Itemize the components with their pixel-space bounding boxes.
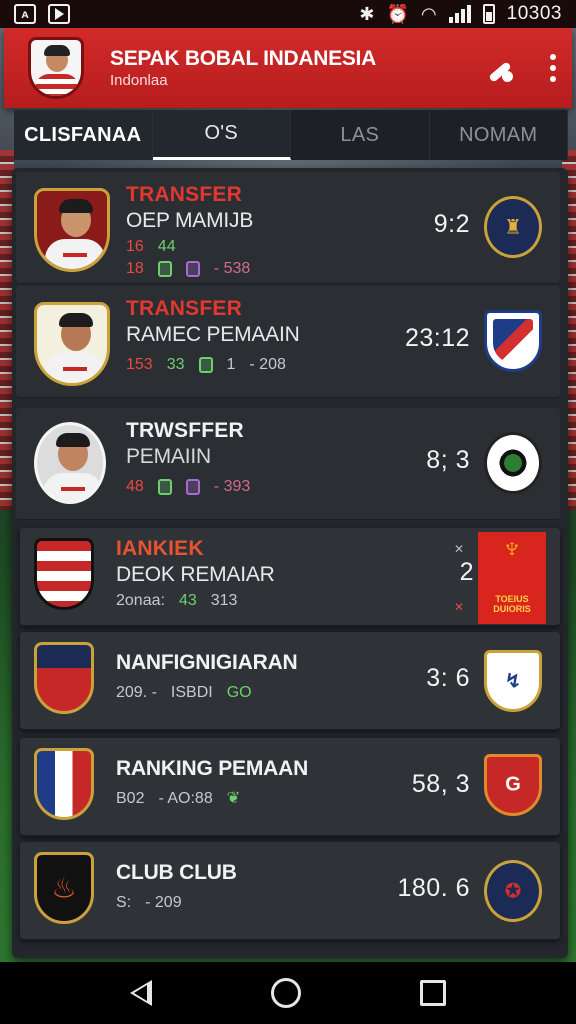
item-meta: 18 [126,260,144,277]
tab-os[interactable]: O'S [152,110,291,160]
tab-bar: CLISFANAA O'S LAS NOMAM [14,110,568,160]
item-meta: - 538 [213,260,251,277]
item-meta: 313 [210,592,238,609]
purple-chip-icon [185,479,200,495]
item-meta: GO [226,684,252,701]
promo-badge[interactable]: ♆ TOEIUS DUIORIS [478,532,546,624]
tab-nomam[interactable]: NOMAM [430,110,568,160]
system-nav-bar [0,962,576,1024]
edit-icon[interactable] [482,50,518,86]
item-meta: - 209 [145,894,182,911]
recent-apps-icon[interactable] [420,980,447,1006]
alarm-icon: ⏰ [386,3,409,24]
trophy-icon: ♆ [500,532,524,565]
item-meta: 44 [157,238,176,255]
item-score: 2 [459,558,474,586]
list-item[interactable]: RANKING PEMAAN B02 - AO:88 ❦ 58, 3 G [20,738,560,836]
club-crest-icon [484,432,542,494]
player-badge [34,422,106,504]
item-score: 8; 3 [426,446,470,474]
item-title: CLUB CLUB [116,861,237,884]
list-item[interactable]: ♨ CLUB CLUB S: - 209 180. 6 ✪ [20,842,560,940]
club-badge-icon [34,748,94,820]
purple-chip-icon [185,261,200,277]
item-title: DEOK REMAIAR [116,563,275,586]
club-crest-icon: ↯ [484,650,542,712]
item-meta: 33 [166,356,185,373]
gallery-notification-icon: ᴀ [14,4,36,24]
club-crest-icon [484,310,542,372]
tab-clisfanaa[interactable]: CLISFANAA [14,110,153,160]
list-item[interactable]: TRANSFER OEP MAMIJB 16 44 18 - 538 9:2 ♜ [16,172,560,284]
item-meta: 43 [178,592,197,609]
list-item[interactable]: TRANSFER RAMEC PEMAAIN 153 33 1 - 208 23… [16,286,560,398]
news-list: TRANSFER OEP MAMIJB 16 44 18 - 538 9:2 ♜… [12,168,568,958]
more-options-icon[interactable] [548,54,558,82]
close-icon[interactable]: ✕ [454,600,464,614]
club-badge-icon [34,538,94,610]
status-time: 10303 [506,3,562,24]
item-tag: TRANSFER [126,297,242,320]
item-meta: - 208 [249,356,286,373]
item-meta: B02 [116,790,145,807]
club-badge-icon: ♨ [34,852,94,924]
player-badge [34,302,110,386]
item-title: RAMEC PEMAAIN [126,323,300,346]
item-meta: 2onaa: [116,592,165,609]
item-meta: 48 [126,478,144,495]
promo-text: TOEIUS DUIORIS [493,594,531,614]
item-score: 3: 6 [426,664,470,692]
item-meta: 16 [126,238,144,255]
list-item[interactable]: TRWSFFER PEMAIIN 48 - 393 8; 3 [16,408,560,520]
item-meta: S: [116,894,132,911]
item-title: RANKING PEMAAN [116,757,309,780]
item-score: 58, 3 [411,770,470,798]
green-chip-icon [157,261,172,277]
app-title: SEPAK BOBAL INDANESIA [110,47,376,70]
item-score: 23:12 [404,324,470,352]
item-score: 180. 6 [397,874,470,902]
item-title: OEP MAMIJB [126,209,254,232]
player-badge [34,188,110,272]
item-meta: ISBDI [170,684,213,701]
club-crest-icon: G [484,754,542,816]
item-title: NANFIGNIGIARAN [116,651,298,674]
back-icon[interactable] [129,980,152,1006]
battery-icon [482,4,495,24]
green-chip-icon [157,479,172,495]
item-meta: - 393 [213,478,251,495]
close-icon[interactable]: ✕ [454,542,464,556]
bluetooth-icon: ✱ [359,3,375,24]
home-icon[interactable] [270,978,301,1008]
item-meta: 209. - [116,684,157,701]
status-bar: ᴀ ✱ ⏰ ◠ 10303 [0,0,576,28]
club-crest-icon: ✪ [484,860,542,922]
app-subtitle: Indonlaa [110,72,168,89]
item-tag: TRWSFFER [126,419,244,442]
tab-las[interactable]: LAS [291,110,430,160]
youtube-notification-icon [48,4,70,24]
item-title: PEMAIIN [126,445,211,468]
club-badge-icon [34,642,94,714]
app-logo [28,37,84,99]
list-item[interactable]: IANKIEK DEOK REMAIAR 2onaa: 43 313 ✕ ✕ 2… [20,528,560,626]
wifi-icon: ◠ [420,3,437,24]
club-crest-icon: ♜ [484,196,542,258]
app-bar: SEPAK BOBAL INDANESIA Indonlaa [4,28,572,108]
item-tag: IANKIEK [116,537,204,560]
item-score: 9:2 [433,210,470,238]
item-meta: - AO:88 [158,790,213,807]
item-meta: 1 [226,356,236,373]
list-item[interactable]: NANFIGNIGIARAN 209. - ISBDI GO 3: 6 ↯ [20,632,560,730]
item-meta: 153 [126,356,153,373]
item-tag: TRANSFER [126,183,242,206]
green-chip-icon [198,357,213,373]
leaf-icon: ❦ [226,790,241,807]
signal-icon [448,5,471,23]
